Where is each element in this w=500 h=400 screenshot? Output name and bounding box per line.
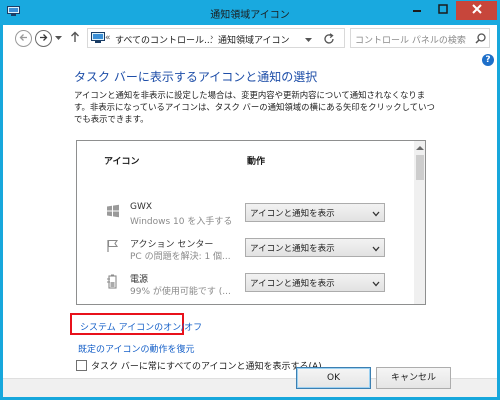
page-description: アイコンと通知を非表示に設定した場合は、変更内容や更新内容について通知されなくな…	[74, 90, 435, 124]
notification-icon-list[interactable]: アイコン 動作 GWX Windows 10 を入手する アイコンと通知を表示 …	[76, 140, 426, 305]
windows-logo-icon	[106, 204, 120, 221]
search-input[interactable]: コントロール パネルの検索	[350, 28, 490, 48]
dialog-client-area: « すべてのコントロール... › 通知領域アイコン コントロール パネルの検索…	[3, 25, 497, 397]
behavior-select[interactable]: アイコンと通知を表示	[245, 203, 385, 222]
scroll-up-icon[interactable]	[416, 144, 424, 154]
arrow-right-icon	[39, 33, 48, 45]
address-bar[interactable]: « すべてのコントロール... › 通知領域アイコン	[87, 28, 345, 48]
column-header-behavior: 動作	[247, 157, 266, 167]
help-icon[interactable]: ?	[482, 54, 494, 66]
behavior-select[interactable]: アイコンと通知を表示	[245, 273, 385, 292]
maximize-button[interactable]	[430, 1, 456, 20]
search-placeholder: コントロール パネルの検索	[355, 36, 466, 46]
minimize-button[interactable]	[404, 1, 430, 20]
behavior-select-value: アイコンと通知を表示	[250, 279, 335, 289]
behavior-select[interactable]: アイコンと通知を表示	[245, 238, 385, 257]
ok-button[interactable]: OK	[296, 367, 371, 389]
breadcrumb-overflow[interactable]: «	[105, 33, 111, 43]
close-icon	[471, 4, 482, 17]
title-bar[interactable]: 通知領域アイコン	[0, 0, 500, 25]
chevron-down-icon	[372, 210, 380, 220]
breadcrumb-parent[interactable]: すべてのコントロール...	[115, 33, 213, 46]
control-panel-icon	[91, 32, 105, 47]
always-show-checkbox[interactable]	[76, 360, 87, 371]
forward-button[interactable]	[35, 30, 52, 47]
page-title: タスク バーに表示するアイコンと通知の選択	[74, 70, 318, 84]
behavior-select-value: アイコンと通知を表示	[250, 209, 335, 219]
arrow-up-icon[interactable]	[70, 31, 80, 46]
behavior-select-value: アイコンと通知を表示	[250, 244, 335, 254]
breadcrumb-separator[interactable]: ›	[210, 33, 214, 43]
chevron-down-icon	[372, 245, 380, 255]
column-header-icon: アイコン	[104, 157, 140, 167]
recent-pages-dropdown-icon[interactable]	[55, 34, 62, 44]
list-item: 電源 99% が使用可能です (... アイコンと通知を表示	[77, 271, 417, 301]
restore-defaults-link[interactable]: 既定のアイコンの動作を復元	[78, 342, 195, 355]
scroll-thumb[interactable]	[416, 155, 424, 180]
refresh-icon[interactable]	[322, 32, 336, 49]
navigation-bar: « すべてのコントロール... › 通知領域アイコン コントロール パネルの検索	[3, 25, 497, 52]
search-icon[interactable]	[475, 33, 486, 47]
list-item-subtitle: Windows 10 を入手する	[130, 217, 233, 227]
address-dropdown-icon[interactable]	[305, 36, 312, 46]
list-item-subtitle: PC の問題を解決: 1 個...	[130, 252, 231, 262]
battery-plug-icon	[106, 274, 120, 292]
system-icons-link[interactable]: システム アイコンのオン/オフ	[80, 320, 202, 333]
list-item-subtitle: 99% が使用可能です (...	[130, 287, 231, 297]
window-frame: 通知領域アイコン « すべてのコントロール... › 通知領域アイコン コントロ…	[0, 0, 500, 400]
list-scrollbar[interactable]	[414, 141, 425, 304]
list-item-name: GWX	[130, 202, 153, 212]
cancel-button[interactable]: キャンセル	[376, 367, 451, 389]
list-item: アクション センター PC の問題を解決: 1 個... アイコンと通知を表示	[77, 236, 417, 266]
list-item: GWX Windows 10 を入手する アイコンと通知を表示	[77, 201, 417, 231]
arrow-left-icon	[19, 33, 28, 45]
breadcrumb-current[interactable]: 通知領域アイコン	[218, 33, 290, 46]
back-button[interactable]	[15, 30, 32, 47]
maximize-icon	[438, 4, 448, 17]
flag-icon	[106, 239, 120, 256]
chevron-down-icon	[372, 280, 380, 290]
always-show-label[interactable]: タスク バーに常にすべてのアイコンと通知を表示する(A)	[91, 359, 322, 372]
minimize-icon	[412, 4, 422, 17]
close-button[interactable]	[456, 1, 497, 20]
